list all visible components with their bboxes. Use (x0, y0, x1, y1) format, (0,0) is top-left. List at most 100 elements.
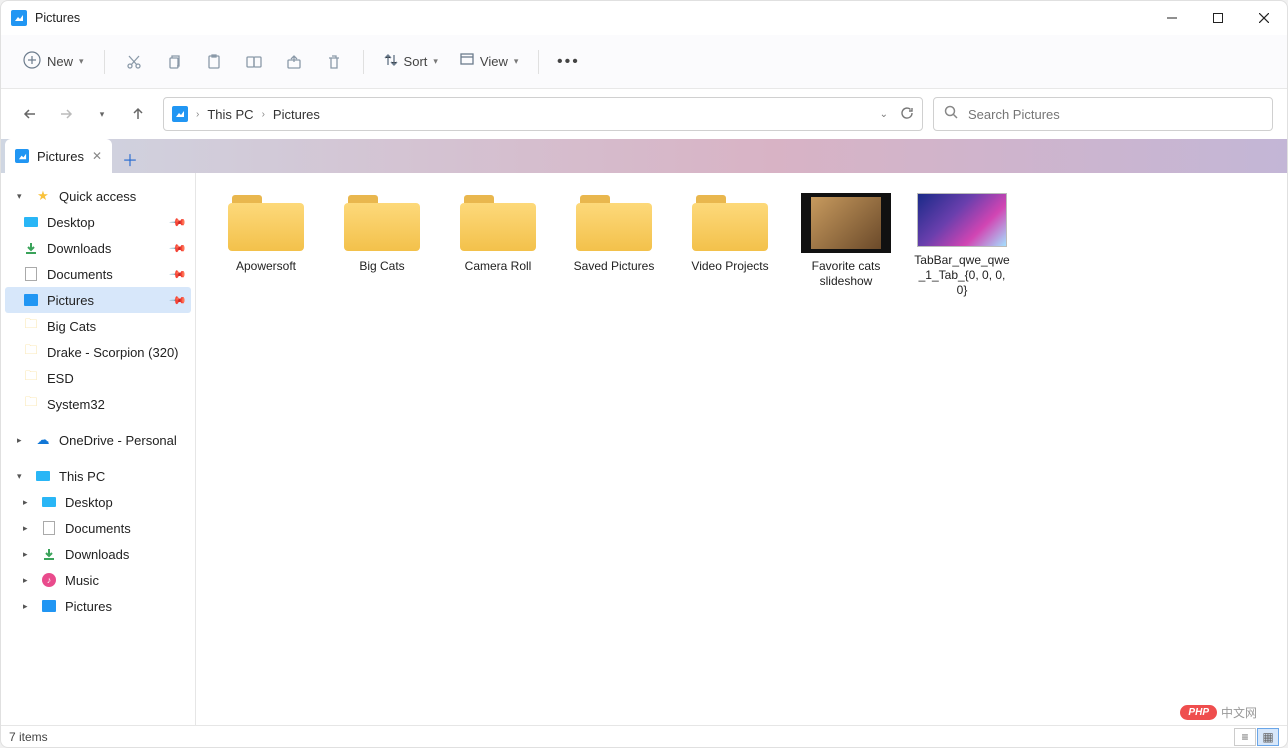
search-box[interactable] (933, 97, 1273, 131)
tab-close-button[interactable]: ✕ (92, 149, 102, 163)
chevron-down-icon[interactable]: ⌄ (880, 109, 888, 120)
delete-button[interactable] (315, 44, 353, 80)
item-label: Camera Roll (465, 259, 532, 274)
cut-button[interactable] (115, 44, 153, 80)
new-button[interactable]: New ▾ (13, 45, 94, 78)
sidebar-item-desktop[interactable]: Desktop 📌 (5, 209, 191, 235)
separator (104, 50, 105, 74)
back-button[interactable] (15, 99, 45, 129)
folder-icon: 🗀 (23, 318, 39, 334)
monitor-icon (23, 214, 39, 230)
sidebar-item-esd[interactable]: 🗀 ESD (5, 365, 191, 391)
forward-button[interactable] (51, 99, 81, 129)
sidebar-item-label: Desktop (65, 495, 113, 510)
breadcrumb-root[interactable]: This PC (207, 107, 253, 122)
sidebar-item-documents[interactable]: Documents 📌 (5, 261, 191, 287)
sidebar-item-label: Documents (65, 521, 131, 536)
sidebar-item-label: Music (65, 573, 99, 588)
sidebar-pc-desktop[interactable]: ▸ Desktop (5, 489, 191, 515)
folder-item[interactable]: Video Projects (680, 193, 780, 298)
folder-icon (574, 193, 654, 253)
image-item[interactable]: TabBar_qwe_qwe_1_Tab_{0, 0, 0, 0} (912, 193, 1012, 298)
maximize-button[interactable] (1195, 1, 1241, 35)
folder-item[interactable]: Big Cats (332, 193, 432, 298)
close-button[interactable] (1241, 1, 1287, 35)
sidebar-quick-access[interactable]: ▾ ★ Quick access (5, 183, 191, 209)
document-icon (23, 266, 39, 282)
chevron-down-icon: ▾ (514, 56, 519, 67)
status-bar: 7 items ≡ ▦ (1, 725, 1287, 747)
sidebar-item-label: Big Cats (47, 319, 96, 334)
view-button[interactable]: View ▾ (450, 47, 528, 76)
sort-label: Sort (404, 54, 428, 69)
chevron-right-icon: ▸ (23, 523, 33, 534)
folder-item[interactable]: Camera Roll (448, 193, 548, 298)
folder-icon (690, 193, 770, 253)
watermark: PHP 中文网 (1180, 704, 1257, 721)
rename-button[interactable] (235, 44, 273, 80)
folder-item[interactable]: Saved Pictures (564, 193, 664, 298)
up-button[interactable] (123, 99, 153, 129)
chevron-right-icon: ▸ (17, 435, 27, 446)
tab-pictures[interactable]: Pictures ✕ (5, 139, 112, 173)
sidebar-item-system32[interactable]: 🗀 System32 (5, 391, 191, 417)
chevron-right-icon: › (196, 109, 199, 120)
refresh-button[interactable] (900, 106, 914, 123)
sidebar-item-label: This PC (59, 469, 105, 484)
sidebar-item-drake[interactable]: 🗀 Drake - Scorpion (320) (5, 339, 191, 365)
folder-icon (342, 193, 422, 253)
paste-button[interactable] (195, 44, 233, 80)
separator (538, 50, 539, 74)
breadcrumb-current[interactable]: Pictures (273, 107, 320, 122)
pin-icon: 📌 (169, 239, 188, 258)
minimize-button[interactable] (1149, 1, 1195, 35)
sidebar-item-label: Pictures (47, 293, 94, 308)
sidebar-item-label: ESD (47, 371, 74, 386)
sidebar-pc-documents[interactable]: ▸ Documents (5, 515, 191, 541)
more-button[interactable]: ••• (549, 44, 587, 80)
sidebar-item-label: Downloads (65, 547, 129, 562)
toolbar: New ▾ Sort ▾ View ▾ ••• (1, 35, 1287, 89)
sort-button[interactable]: Sort ▾ (374, 47, 448, 76)
chevron-down-icon: ▾ (433, 56, 438, 67)
sidebar-item-label: Documents (47, 267, 113, 282)
folder-icon (458, 193, 538, 253)
address-bar[interactable]: › This PC › Pictures ⌄ (163, 97, 923, 131)
chevron-right-icon: ▸ (23, 549, 33, 560)
search-input[interactable] (968, 107, 1262, 122)
sidebar-pc-downloads[interactable]: ▸ Downloads (5, 541, 191, 567)
download-icon (41, 546, 57, 562)
item-count: 7 items (9, 730, 48, 744)
sidebar-pc-music[interactable]: ▸ ♪ Music (5, 567, 191, 593)
folder-item[interactable]: Apowersoft (216, 193, 316, 298)
sidebar-item-label: System32 (47, 397, 105, 412)
sidebar-item-bigcats[interactable]: 🗀 Big Cats (5, 313, 191, 339)
pin-icon: 📌 (169, 291, 188, 310)
monitor-icon (41, 494, 57, 510)
separator (363, 50, 364, 74)
pictures-icon (172, 106, 188, 122)
watermark-text: 中文网 (1221, 704, 1257, 721)
sidebar: ▾ ★ Quick access Desktop 📌 Downloads 📌 D… (1, 173, 196, 725)
view-label: View (480, 54, 508, 69)
item-label: TabBar_qwe_qwe_1_Tab_{0, 0, 0, 0} (912, 253, 1012, 298)
sidebar-pc-pictures[interactable]: ▸ Pictures (5, 593, 191, 619)
recent-button[interactable]: ▾ (87, 99, 117, 129)
cloud-icon: ☁ (35, 432, 51, 448)
copy-button[interactable] (155, 44, 193, 80)
sidebar-thispc[interactable]: ▾ This PC (5, 463, 191, 489)
new-icon (23, 51, 41, 72)
sidebar-onedrive[interactable]: ▸ ☁ OneDrive - Personal (5, 427, 191, 453)
share-button[interactable] (275, 44, 313, 80)
pictures-icon (41, 598, 57, 614)
sidebar-item-downloads[interactable]: Downloads 📌 (5, 235, 191, 261)
icons-view-toggle[interactable]: ▦ (1257, 728, 1279, 746)
video-item[interactable]: Favorite cats slideshow (796, 193, 896, 298)
sidebar-item-pictures[interactable]: Pictures 📌 (5, 287, 191, 313)
content-area: Apowersoft Big Cats Camera Roll Saved Pi… (196, 173, 1287, 725)
chevron-down-icon: ▾ (17, 191, 27, 202)
details-view-toggle[interactable]: ≡ (1234, 728, 1256, 746)
pictures-icon (11, 10, 27, 26)
monitor-icon (35, 468, 51, 484)
new-tab-button[interactable]: ＋ (116, 145, 144, 173)
